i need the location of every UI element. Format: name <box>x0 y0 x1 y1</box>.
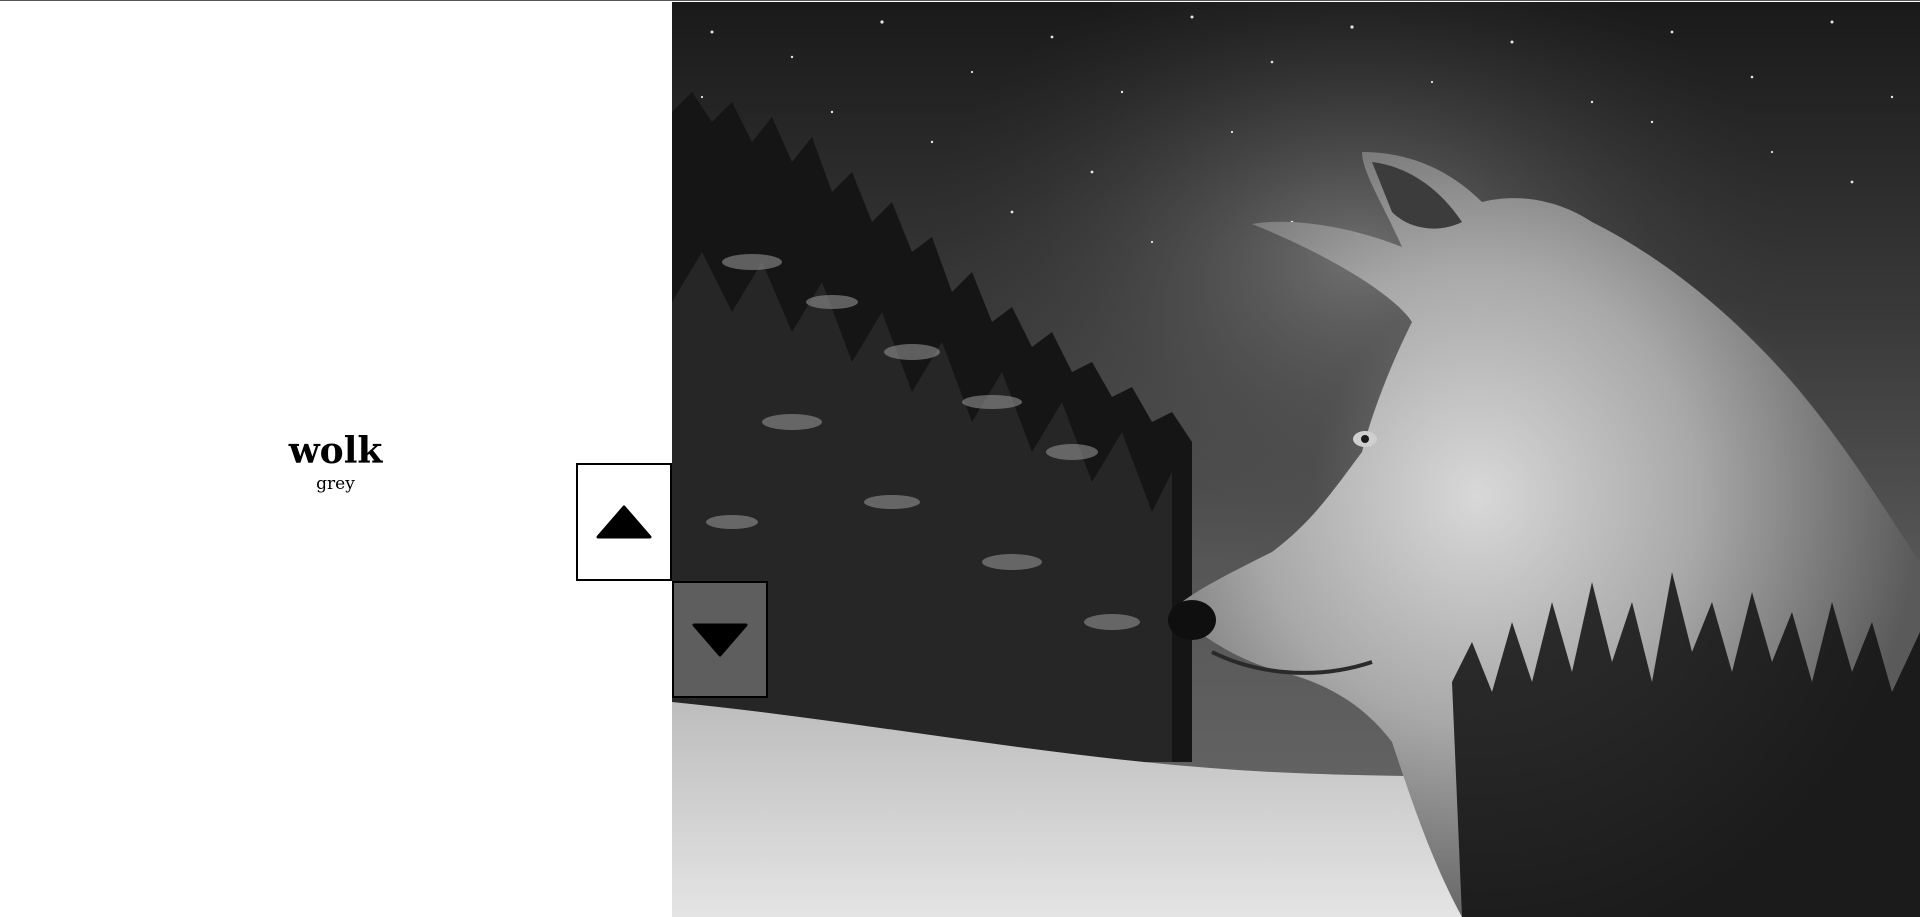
previous-slide-button[interactable] <box>576 463 672 581</box>
slide-title: wolk <box>288 430 383 472</box>
slide-subtitle: grey <box>316 474 355 494</box>
caption-panel: wolk grey <box>0 1 671 917</box>
next-slide-button[interactable] <box>672 581 768 698</box>
slide-image <box>672 2 1920 917</box>
triangle-up-icon <box>596 505 652 539</box>
triangle-down-icon <box>692 623 748 656</box>
slide-caption: wolk grey <box>0 429 671 495</box>
